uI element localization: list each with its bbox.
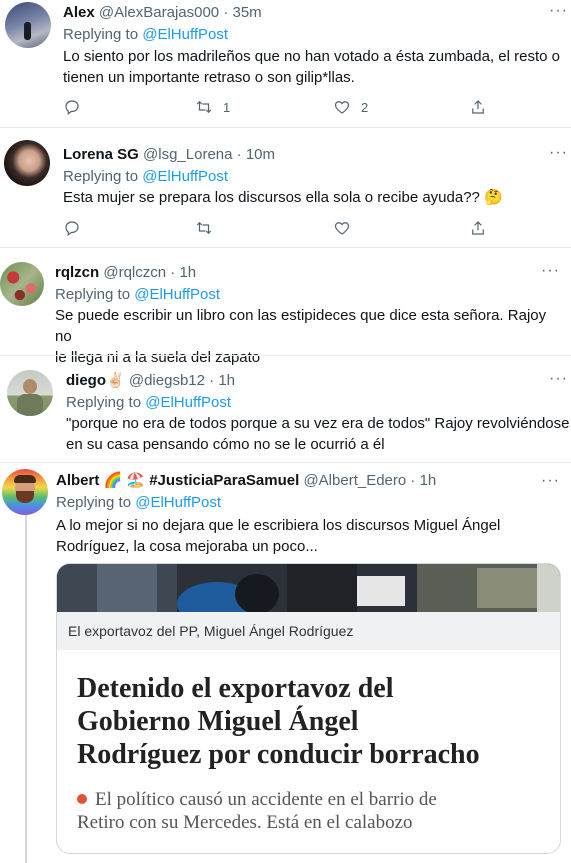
replying-prefix: Replying to: [56, 494, 132, 511]
tweet-text-line: Rodríguez, la cosa mejoraba un poco...: [56, 538, 318, 555]
article-subheadline: El político causó un accidente en el bar…: [77, 788, 547, 834]
author-handle[interactable]: @Albert_Edero: [303, 472, 406, 489]
author-name[interactable]: Albert 🌈 🏖️ #JusticiaParaSamuel: [56, 472, 299, 489]
subhead-line: Retiro con su Mercedes. Está en el calab…: [77, 812, 413, 833]
avatar[interactable]: [7, 370, 53, 416]
author-name[interactable]: Lorena SG: [63, 146, 139, 163]
share-icon: [472, 221, 484, 235]
avatar[interactable]: [5, 2, 51, 48]
author-name[interactable]: diego✌🏻: [66, 372, 125, 389]
tweet-text: Lo siento por los madrileños que no han …: [63, 46, 563, 88]
bullet-dot-icon: [77, 794, 87, 804]
share-button[interactable]: [469, 98, 487, 116]
timestamp[interactable]: · 1h: [410, 472, 436, 489]
share-icon: [472, 100, 484, 114]
replying-to: Replying to @ElHuffPost: [55, 286, 220, 304]
tweet-text: "porque no era de todos porque a su vez …: [66, 413, 571, 455]
tweet-text-line: tienen un importante retraso o son gilip…: [63, 69, 355, 86]
replying-to: Replying to @ElHuffPost: [63, 168, 228, 186]
more-options-icon[interactable]: ···: [549, 371, 568, 387]
author-handle[interactable]: @AlexBarajas000: [99, 4, 219, 21]
headline-line: Rodríguez por conducir borracho: [77, 739, 480, 770]
more-options-icon[interactable]: ···: [541, 473, 560, 489]
replying-prefix: Replying to: [63, 168, 139, 185]
replying-prefix: Replying to: [66, 394, 142, 411]
avatar[interactable]: [2, 469, 48, 515]
avatar[interactable]: [4, 140, 50, 186]
heart-icon: [334, 222, 350, 235]
mention-link[interactable]: @ElHuffPost: [142, 168, 228, 185]
tweet-text-line: Lo siento por los madrileños que no han …: [63, 48, 560, 65]
tweet-text-line: "porque no era de todos porque a su vez …: [66, 415, 570, 432]
tweet-diego[interactable]: diego✌🏻 @diegsb12 · 1h ··· Replying to @…: [0, 356, 571, 462]
article-image: [57, 564, 560, 612]
tweet-actions: 1 2: [63, 98, 543, 118]
retweet-icon: [196, 221, 212, 235]
like-count: 2: [361, 99, 369, 115]
subhead-line: El político causó un accidente en el bar…: [95, 789, 437, 810]
timestamp[interactable]: · 1h: [170, 264, 196, 281]
more-options-icon[interactable]: ···: [549, 3, 568, 19]
image-caption: El exportavoz del PP, Miguel Ángel Rodrí…: [57, 612, 560, 650]
tweet-text: A lo mejor si no dejara que le escribier…: [56, 515, 561, 557]
retweet-button[interactable]: [195, 219, 213, 237]
replying-prefix: Replying to: [63, 26, 139, 43]
more-options-icon[interactable]: ···: [549, 145, 568, 161]
article-headline[interactable]: Detenido el exportavoz del Gobierno Migu…: [77, 672, 547, 771]
timestamp[interactable]: · 35m: [223, 4, 261, 21]
mention-link[interactable]: @ElHuffPost: [135, 494, 221, 511]
author-name[interactable]: Alex: [63, 4, 95, 21]
mention-link[interactable]: @ElHuffPost: [142, 26, 228, 43]
tweet-header: diego✌🏻 @diegsb12 · 1h: [66, 372, 235, 390]
retweet-icon: [196, 100, 212, 114]
like-button[interactable]: 2: [333, 98, 368, 116]
heart-icon: [334, 101, 350, 114]
mention-link[interactable]: @ElHuffPost: [145, 394, 231, 411]
reply-button[interactable]: [63, 219, 81, 237]
author-name[interactable]: rqlzcn: [55, 264, 99, 281]
thread-line: [25, 515, 27, 863]
tweet-header: Albert 🌈 🏖️ #JusticiaParaSamuel @Albert_…: [56, 472, 436, 490]
author-handle[interactable]: @lsg_Lorena: [143, 146, 232, 163]
replying-prefix: Replying to: [55, 286, 131, 303]
replying-to: Replying to @ElHuffPost: [63, 26, 228, 44]
author-handle[interactable]: @rqlczcn: [103, 264, 166, 281]
like-button[interactable]: [333, 219, 351, 237]
mention-link[interactable]: @ElHuffPost: [134, 286, 220, 303]
tweet-actions: [63, 219, 543, 239]
article-photo: [57, 564, 560, 612]
headline-line: Gobierno Miguel Ángel: [77, 706, 359, 737]
replying-to: Replying to @ElHuffPost: [56, 494, 221, 512]
tweet-lorena[interactable]: Lorena SG @lsg_Lorena · 10m ··· Replying…: [0, 128, 571, 246]
timestamp[interactable]: · 1h: [209, 372, 235, 389]
tweet-header: rqlzcn @rqlczcn · 1h: [55, 264, 196, 282]
more-options-icon[interactable]: ···: [541, 263, 560, 279]
tweet-text-line: en su casa pensando cómo no se le ocurri…: [66, 436, 385, 453]
avatar[interactable]: [0, 262, 44, 306]
tweet-text-line: A lo mejor si no dejara que le escribier…: [56, 517, 501, 534]
tweet-header: Lorena SG @lsg_Lorena · 10m: [63, 146, 275, 164]
replying-to: Replying to @ElHuffPost: [66, 394, 231, 412]
headline-line: Detenido el exportavoz del: [77, 673, 394, 704]
share-button[interactable]: [469, 219, 487, 237]
tweet-rqlzcn[interactable]: rqlzcn @rqlczcn · 1h ··· Replying to @El…: [0, 248, 571, 366]
tweet-alex[interactable]: Alex @AlexBarajas000 · 35m ··· Replying …: [0, 0, 571, 127]
reply-icon: [65, 100, 79, 115]
tweet-text-line: Se puede escribir un libro con las estip…: [55, 307, 547, 345]
timestamp[interactable]: · 10m: [237, 146, 275, 163]
reply-icon: [65, 221, 79, 236]
reply-button[interactable]: [63, 98, 81, 116]
retweet-button[interactable]: 1: [195, 98, 230, 116]
tweet-text: Esta mujer se prepara los discursos ella…: [63, 187, 563, 208]
tweet-text-line: Esta mujer se prepara los discursos ella…: [63, 189, 503, 206]
link-preview-card[interactable]: El exportavoz del PP, Miguel Ángel Rodrí…: [56, 563, 561, 854]
retweet-count: 1: [223, 99, 231, 115]
tweet-header: Alex @AlexBarajas000 · 35m: [63, 4, 262, 22]
caption-text: El exportavoz del PP, Miguel Ángel Rodrí…: [68, 623, 354, 639]
author-handle[interactable]: @diegsb12: [129, 372, 205, 389]
